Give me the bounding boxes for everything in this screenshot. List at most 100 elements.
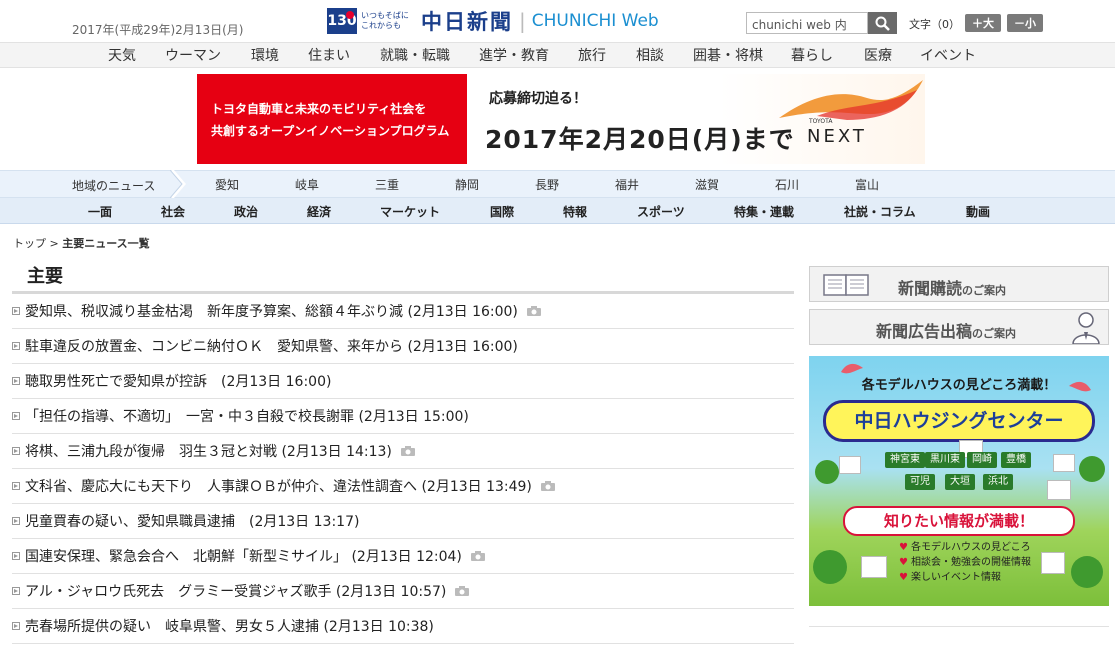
news-headline: 売春場所提供の疑い 岐阜県警、男女５人逮捕 (2月13日 10:38) [25, 619, 434, 635]
cat-economy[interactable]: 経済 [307, 203, 331, 220]
font-bigger-button[interactable]: ＋大 [965, 14, 1001, 32]
advertise-label-sub: のご案内 [972, 327, 1017, 340]
genre-go-shogi[interactable]: 囲碁・将棋 [693, 45, 763, 65]
cat-special-report[interactable]: 特報 [563, 203, 587, 220]
news-headline: 国連安保理、緊急会合へ 北朝鮮「新型ミサイル」 (2月13日 12:04) [25, 549, 462, 565]
subscribe-button[interactable]: 新聞購読のご案内 [809, 266, 1109, 302]
place-chip: 豊橋 [1001, 452, 1031, 468]
search-icon [875, 16, 890, 31]
breadcrumb-top-link[interactable]: トップ [13, 237, 46, 250]
region-nagano[interactable]: 長野 [535, 176, 559, 193]
genre-medical[interactable]: 医療 [864, 45, 892, 65]
banner-deadline-date: 2017年2月20日(月)まで [485, 125, 795, 154]
news-item[interactable]: 児童買春の疑い、愛知県職員逮捕 (2月13日 13:17) [12, 504, 794, 539]
subscribe-label-main: 新聞購読 [898, 279, 963, 298]
businessman-icon [1072, 312, 1100, 344]
camera-icon [540, 481, 555, 491]
search-button[interactable] [868, 12, 897, 34]
cat-society[interactable]: 社会 [161, 203, 185, 220]
page-title: 主要 [27, 266, 63, 287]
breadcrumb-current: 主要ニュース一覧 [62, 237, 150, 250]
news-item[interactable]: アル・ジャロウ氏死去 グラミー受賞ジャズ歌手 (2月13日 10:57) [12, 574, 794, 609]
ad-banner[interactable]: トヨタ自動車と未来のモビリティ社会を 共創するオープンイノベーションプログラム … [197, 74, 925, 164]
cat-politics[interactable]: 政治 [234, 203, 258, 220]
camera-icon [455, 586, 470, 596]
news-item[interactable]: 「担任の指導、不適切」 一宮・中３自殺で校長謝罪 (2月13日 15:00) [12, 399, 794, 434]
cat-front[interactable]: 一面 [88, 203, 112, 220]
news-list: 愛知県、税収減り基金枯渇 新年度予算案、総額４年ぶり減 (2月13日 16:00… [12, 294, 794, 644]
cat-market[interactable]: マーケット [380, 203, 440, 220]
red-dot-icon [346, 11, 354, 19]
genre-education[interactable]: 進学・教育 [479, 45, 549, 65]
news-item[interactable]: 将棋、三浦九段が復帰 羽生３冠と対戦 (2月13日 14:13) [12, 434, 794, 469]
news-headline: 児童買春の疑い、愛知県職員逮捕 (2月13日 13:17) [25, 514, 360, 530]
housing-list-item: 相談会・勉強会の開催情報 [910, 557, 1031, 568]
cat-sports[interactable]: スポーツ [637, 203, 685, 220]
bullet-arrow-icon [12, 412, 20, 420]
news-headline: 聴取男性死亡で愛知県が控訴 (2月13日 16:00) [25, 374, 332, 390]
font-smaller-button[interactable]: －小 [1007, 14, 1043, 32]
housing-list-item: 楽しいイベント情報 [910, 572, 1001, 583]
font-size-label: 文字（0） [909, 18, 960, 31]
genre-jobs[interactable]: 就職・転職 [380, 45, 450, 65]
region-ishikawa[interactable]: 石川 [775, 176, 799, 193]
region-nav-title: 地域のニュース [72, 179, 156, 193]
bullet-arrow-icon [12, 342, 20, 350]
housing-list: ♥ 各モデルハウスの見どころ ♥ 相談会・勉強会の開催情報 ♥ 楽しいイベント情報 [899, 540, 1031, 585]
region-toyama[interactable]: 富山 [855, 176, 879, 193]
genre-living[interactable]: 暮らし [791, 45, 833, 65]
news-item[interactable]: 国連安保理、緊急会合へ 北朝鮮「新型ミサイル」 (2月13日 12:04) [12, 539, 794, 574]
house-icon [1053, 454, 1075, 472]
cat-features[interactable]: 特集・連載 [734, 203, 794, 220]
region-gifu[interactable]: 岐阜 [295, 176, 319, 193]
camera-icon [400, 446, 415, 456]
cat-international[interactable]: 国際 [490, 203, 514, 220]
current-date: 2017年(平成29年)2月13日(月) [72, 23, 244, 37]
housing-center-ad[interactable]: 各モデルハウスの見どころ満載！ 中日ハウジングセンター 神宮東 黒川東 岡崎 豊… [809, 356, 1109, 606]
region-fukui[interactable]: 福井 [615, 176, 639, 193]
news-item[interactable]: 文科省、慶応大にも天下り 人事課ＯＢが仲介、違法性調査へ (2月13日 13:4… [12, 469, 794, 504]
banner-left-line-2: 共創するオープンイノベーションプログラム [211, 124, 450, 138]
news-item[interactable]: 売春場所提供の疑い 岐阜県警、男女５人逮捕 (2月13日 10:38) [12, 609, 794, 644]
news-item[interactable]: 聴取男性死亡で愛知県が控訴 (2月13日 16:00) [12, 364, 794, 399]
genre-event[interactable]: イベント [920, 45, 976, 65]
bullet-arrow-icon [12, 517, 20, 525]
housing-tagline: 各モデルハウスの見どころ満載！ [861, 378, 1057, 393]
genre-woman[interactable]: ウーマン [165, 45, 221, 65]
news-headline: アル・ジャロウ氏死去 グラミー受賞ジャズ歌手 (2月13日 10:57) [25, 584, 447, 600]
advertise-button[interactable]: 新聞広告出稿のご案内 [809, 309, 1109, 345]
search-input[interactable]: chunichi web 内 [746, 12, 868, 34]
logo-name: 中日新聞 [421, 9, 513, 34]
genre-travel[interactable]: 旅行 [578, 45, 606, 65]
region-shiga[interactable]: 滋賀 [695, 176, 719, 193]
news-item[interactable]: 駐車違反の放置金、コンビニ納付ＯＫ 愛知県警、来年から (2月13日 16:00… [12, 329, 794, 364]
tree-icon [813, 550, 847, 584]
region-aichi[interactable]: 愛知 [215, 176, 239, 193]
site-header: 2017年(平成29年)2月13日(月) 130 いつもそばに これからも 中日… [0, 0, 1115, 42]
bullet-arrow-icon [12, 447, 20, 455]
house-icon [1047, 480, 1071, 500]
genre-weather[interactable]: 天気 [108, 45, 136, 65]
genre-housing[interactable]: 住まい [308, 45, 350, 65]
place-chip: 浜北 [983, 474, 1013, 490]
region-shizuoka[interactable]: 静岡 [455, 176, 479, 193]
genre-environment[interactable]: 環境 [251, 45, 279, 65]
logo-separator: | [519, 9, 526, 33]
cat-video[interactable]: 動画 [966, 203, 990, 220]
advertise-label-main: 新聞広告出稿 [876, 322, 973, 341]
site-logo[interactable]: 130 いつもそばに これからも 中日新聞 | CHUNICHI Web [327, 7, 659, 35]
genre-consult[interactable]: 相談 [636, 45, 664, 65]
tree-icon [1079, 456, 1105, 482]
place-chip: 岡崎 [967, 452, 997, 468]
newspaper-icon [823, 274, 869, 296]
news-item[interactable]: 愛知県、税収減り基金枯渇 新年度予算案、総額４年ぶり減 (2月13日 16:00… [12, 294, 794, 329]
subscribe-label-sub: のご案内 [962, 284, 1007, 297]
banner-brand-tag: TOYOTA [809, 118, 833, 125]
region-mie[interactable]: 三重 [375, 176, 399, 193]
house-icon [861, 556, 887, 578]
bullet-arrow-icon [12, 377, 20, 385]
cat-editorial[interactable]: 社説・コラム [844, 203, 916, 220]
camera-icon [526, 306, 541, 316]
bullet-arrow-icon [12, 552, 20, 560]
flame-graphic-icon [779, 80, 923, 120]
